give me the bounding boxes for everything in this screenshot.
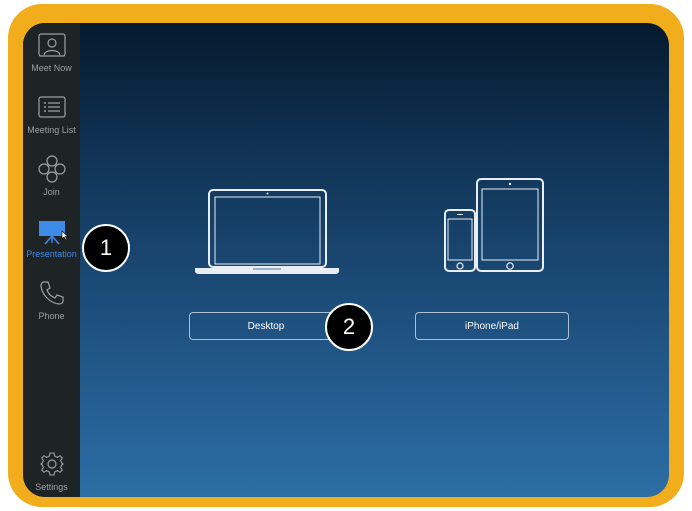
laptop-icon[interactable] <box>193 188 341 276</box>
sidebar-item-label: Meeting List <box>27 125 76 135</box>
iphone-ipad-icon[interactable] <box>442 177 546 273</box>
sidebar-item-meet-now[interactable]: Meet Now <box>23 28 80 90</box>
sidebar-item-join[interactable]: Join <box>23 152 80 214</box>
join-icon <box>37 155 66 183</box>
sidebar-item-settings[interactable]: Settings <box>23 447 80 497</box>
step-marker-1: 1 <box>82 224 130 272</box>
sidebar-item-label: Phone <box>38 311 65 321</box>
sidebar: Meet Now Meeting List Join Presentation … <box>23 23 80 497</box>
step-marker-2: 2 <box>325 303 373 351</box>
sidebar-item-phone[interactable]: Phone <box>23 276 80 338</box>
sidebar-item-label: Presentation <box>26 249 77 259</box>
sidebar-item-label: Meet Now <box>31 63 72 73</box>
desktop-button[interactable]: Desktop <box>189 312 343 340</box>
main-panel: Desktop iPhone/iPad <box>80 23 669 497</box>
sidebar-item-label: Settings <box>35 482 68 492</box>
sidebar-item-meeting-list[interactable]: Meeting List <box>23 90 80 152</box>
sidebar-item-presentation[interactable]: Presentation <box>23 214 80 276</box>
cursor-icon <box>61 230 69 241</box>
meeting-list-icon <box>37 94 66 120</box>
sidebar-item-label: Join <box>43 187 60 197</box>
phone-icon <box>39 280 65 306</box>
iphone-ipad-button[interactable]: iPhone/iPad <box>415 312 569 340</box>
gear-icon <box>39 451 65 477</box>
meet-now-icon <box>37 32 66 58</box>
app-window: Meet Now Meeting List Join Presentation … <box>23 23 669 497</box>
